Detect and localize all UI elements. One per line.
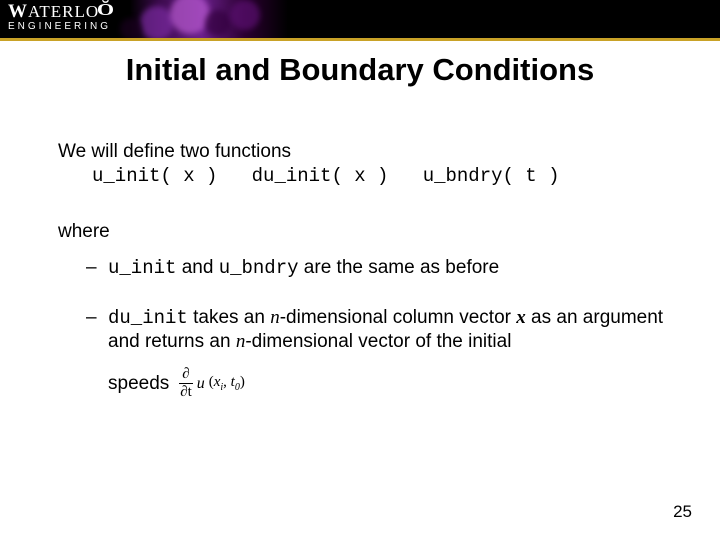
partial-derivative-eqn: ∂ ∂t u (xi, t0) [179,367,245,400]
slide-title: Initial and Boundary Conditions [0,52,720,88]
var-n-2: n [236,331,246,352]
slide: WATERLOŎ ENGINEERING Wave Equation Initi… [0,0,720,540]
slide-topic: Wave Equation [360,12,700,29]
speeds-label: speeds [108,372,169,395]
b2-t4: -dimensional vector of the initial [245,331,511,352]
var-x: x [516,307,526,328]
b2-t2: -dimensional column vector [280,307,517,328]
intro-text: We will define two functions [58,140,668,163]
fraction-icon: ∂ ∂t [179,367,192,400]
eqn-func-u: u [197,374,205,394]
logo-line-1: WATERLOŎ [8,3,113,20]
eqn-args: (xi, t0) [209,373,245,394]
function-signatures: u_init( x ) du_init( x ) u_bndry( t ) [58,165,668,188]
waterloo-engineering-logo: WATERLOŎ ENGINEERING [0,0,121,33]
page-number: 25 [673,502,692,522]
b2-t1: takes an [188,307,270,328]
code-u-bndry: u_bndry [219,257,299,279]
frac-numerator: ∂ [179,367,192,384]
gold-accent-line [0,38,720,41]
func-u-bndry: u_bndry( t ) [423,165,560,187]
bullet-list: u_init and u_bndry are the same as befor… [58,256,668,401]
frac-denominator: ∂t [180,384,192,400]
slide-body: We will define two functions u_init( x )… [58,140,668,426]
speeds-row: speeds ∂ ∂t u (xi, t0) [108,367,668,400]
bullet1-post: are the same as before [299,257,500,278]
var-n-1: n [270,307,280,328]
where-label: where [58,220,668,243]
bullet1-mid: and [176,257,218,278]
bullet-item-2: du_init takes an n-dimensional column ve… [86,306,668,400]
logo-line-2: ENGINEERING [8,21,113,33]
func-du-init: du_init( x ) [252,165,389,187]
func-u-init: u_init( x ) [92,165,217,187]
code-du-init: du_init [108,307,188,329]
code-u-init: u_init [108,257,176,279]
bullet-item-1: u_init and u_bndry are the same as befor… [86,256,668,280]
